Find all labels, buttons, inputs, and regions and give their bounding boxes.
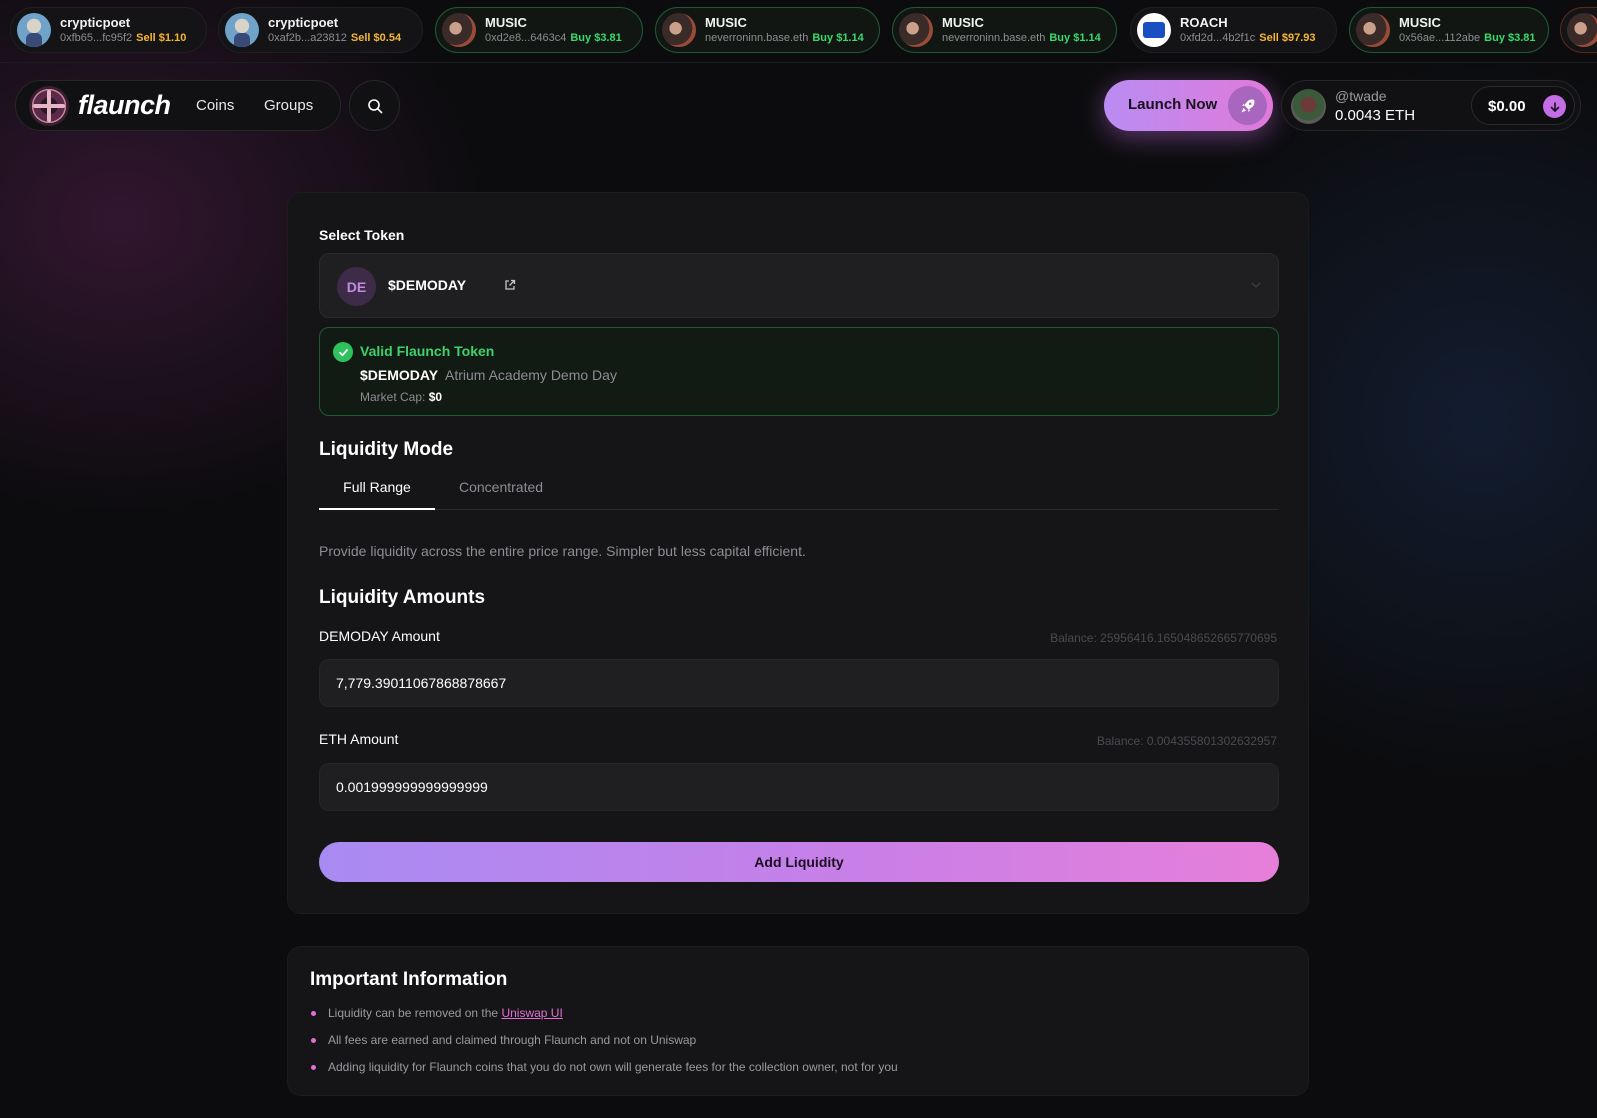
add-liquidity-card: Select Token DE $DEMODAY Valid Flaunch T… [287, 192, 1309, 914]
eth-amount-input[interactable] [319, 763, 1279, 811]
ticker-item[interactable]: MUSIC 0xd2e8...6463c4 Buy $3.81 [435, 7, 643, 53]
validation-token-name: Atrium Academy Demo Day [445, 367, 617, 383]
search-button[interactable] [349, 80, 400, 131]
ticker-token-name: MUSIC [1399, 15, 1441, 30]
ticker-item[interactable]: MUSIC neverroninn.base.eth Buy $1.14 [892, 7, 1117, 53]
brand-nav-bar: flaunch Coins Groups [15, 80, 341, 131]
wallet-eth-balance: 0.0043 ETH [1335, 107, 1416, 124]
token-balance: Balance: 25956416.165048652665770695 [1050, 631, 1277, 645]
external-link-icon[interactable] [504, 279, 516, 291]
list-item: Adding liquidity for Flaunch coins that … [310, 1059, 898, 1086]
ticker-action: Buy $1.14 [1049, 32, 1101, 44]
ticker-address: 0xfd2d...4b2f1c Sell $97.93 [1180, 32, 1316, 44]
ticker-item[interactable]: crypticpoet 0xaf2b...a23812 Sell $0.54 [218, 7, 423, 53]
activity-ticker: crypticpoet 0xfb65...fc95f2 Sell $1.10 cr… [0, 0, 1597, 63]
tab-concentrated[interactable]: Concentrated [459, 473, 543, 510]
ticker-token-name: ROACH [1180, 15, 1228, 30]
ticker-token-name: MUSIC [705, 15, 747, 30]
ticker-action: Sell $1.10 [136, 32, 187, 44]
validation-token-symbol: $DEMODAY [360, 367, 439, 383]
liquidity-amounts-title: Liquidity Amounts [319, 587, 486, 608]
check-circle-icon [333, 342, 353, 362]
logo-wordmark[interactable]: flaunch [78, 90, 171, 121]
search-icon [367, 98, 382, 113]
list-item: All fees are earned and claimed through … [310, 1032, 898, 1059]
avatar [1356, 13, 1390, 47]
eth-amount-label: ETH Amount [319, 731, 399, 747]
avatar [1137, 13, 1171, 47]
balance-value: $0.00 [1488, 98, 1526, 115]
ticker-action: Buy $1.14 [812, 32, 864, 44]
balance-button[interactable]: $0.00 [1471, 86, 1575, 125]
ticker-address: 0xaf2b...a23812 Sell $0.54 [268, 32, 402, 44]
liquidity-mode-title: Liquidity Mode [319, 439, 454, 460]
token-avatar: DE [337, 267, 376, 306]
ticker-action: Sell $97.93 [1259, 32, 1316, 44]
mode-description: Provide liquidity across the entire pric… [319, 543, 806, 559]
ticker-item[interactable] [1560, 7, 1597, 53]
avatar [442, 13, 476, 47]
list-item: Liquidity can be removed on the Uniswap … [310, 1005, 898, 1032]
bullet-icon [311, 1038, 316, 1043]
ticker-address: 0xfb65...fc95f2 Sell $1.10 [60, 32, 187, 44]
token-amount-label: DEMODAY Amount [319, 628, 440, 644]
eth-balance: Balance: 0.004355801302632957 [1096, 734, 1277, 748]
wallet-username: @twade [1335, 88, 1387, 104]
avatar [899, 13, 933, 47]
bullet-icon [311, 1065, 316, 1070]
info-title: Important Information [310, 969, 508, 990]
tab-full-range[interactable]: Full Range [319, 473, 435, 510]
nav-coins[interactable]: Coins [196, 97, 234, 114]
add-liquidity-button[interactable]: Add Liquidity [319, 842, 1279, 882]
ticker-item[interactable]: MUSIC neverroninn.base.eth Buy $1.14 [655, 7, 880, 53]
market-cap-value: $0 [428, 390, 443, 404]
ticker-item[interactable]: ROACH 0xfd2d...4b2f1c Sell $97.93 [1130, 7, 1337, 53]
bullet-icon [311, 1011, 316, 1016]
liquidity-mode-tabs: Full Range Concentrated [319, 473, 1279, 510]
token-validation-panel: Valid Flaunch Token $DEMODAY Atrium Acad… [319, 327, 1279, 416]
ticker-action: Sell $0.54 [350, 32, 402, 44]
ticker-address: neverroninn.base.eth Buy $1.14 [942, 32, 1101, 44]
avatar [1291, 89, 1326, 124]
avatar [662, 13, 696, 47]
launch-now-button[interactable]: Launch Now [1104, 80, 1273, 131]
info-list: Liquidity can be removed on the Uniswap … [310, 1005, 898, 1086]
arrow-down-icon [1543, 95, 1566, 118]
nav-groups[interactable]: Groups [264, 97, 313, 114]
ticker-address: neverroninn.base.eth Buy $1.14 [705, 32, 864, 44]
ticker-address: 0x56ae...112abe Buy $3.81 [1399, 32, 1536, 44]
token-select-dropdown[interactable]: DE $DEMODAY [319, 253, 1279, 318]
important-info-card: Important Information Liquidity can be r… [287, 946, 1309, 1096]
market-cap: Market Cap: $0 [360, 390, 443, 404]
ticker-address: 0xd2e8...6463c4 Buy $3.81 [485, 32, 622, 44]
ticker-item[interactable]: MUSIC 0x56ae...112abe Buy $3.81 [1349, 7, 1549, 53]
ticker-token-name: crypticpoet [60, 15, 131, 30]
avatar [17, 13, 51, 47]
ticker-action: Buy $3.81 [570, 32, 622, 44]
flaunch-logo-icon[interactable] [29, 86, 69, 126]
launch-now-label: Launch Now [1128, 96, 1218, 113]
ticker-token-name: MUSIC [942, 15, 984, 30]
ticker-token-name: crypticpoet [268, 15, 339, 30]
validation-title: Valid Flaunch Token [360, 343, 495, 359]
avatar [225, 13, 259, 47]
wallet-panel[interactable]: @twade 0.0043 ETH $0.00 [1281, 80, 1581, 131]
rocket-icon [1228, 86, 1267, 125]
token-amount-input[interactable] [319, 659, 1279, 707]
uniswap-ui-link[interactable]: Uniswap UI [501, 1006, 562, 1020]
ticker-action: Buy $3.81 [1484, 32, 1536, 44]
selected-token-symbol: $DEMODAY [388, 277, 467, 293]
ticker-item[interactable]: crypticpoet 0xfb65...fc95f2 Sell $1.10 [10, 7, 207, 53]
select-token-label: Select Token [319, 227, 405, 243]
ticker-token-name: MUSIC [485, 15, 527, 30]
avatar [1567, 13, 1597, 47]
chevron-down-icon [1251, 282, 1261, 289]
